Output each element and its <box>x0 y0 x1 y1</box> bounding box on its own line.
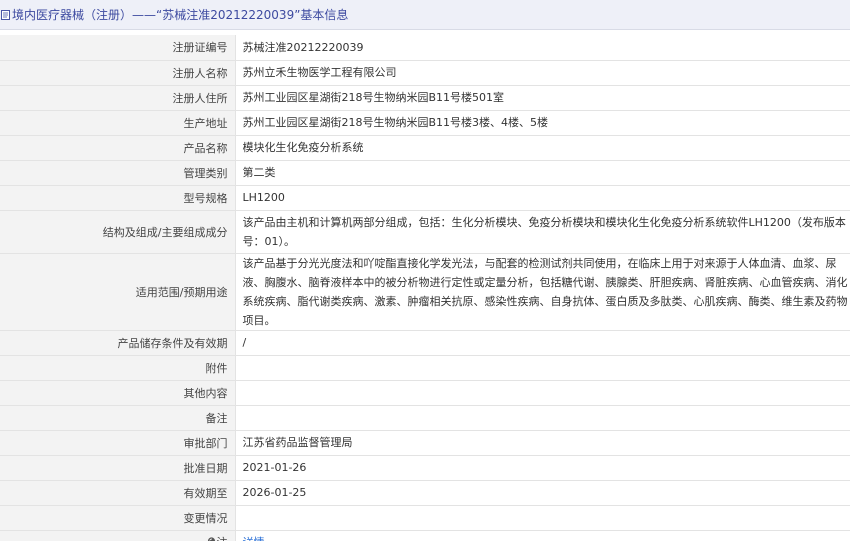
page: 境内医疗器械（注册）——“苏械注准20212220039”基本信息 注册证编号 … <box>0 0 850 541</box>
page-header: 境内医疗器械（注册）——“苏械注准20212220039”基本信息 <box>0 0 850 30</box>
page-title: 境内医疗器械（注册）——“苏械注准20212220039”基本信息 <box>12 8 349 22</box>
row-structure-composition: 结构及组成/主要组成成分 该产品由主机和计算机两部分组成，包括：生化分析模块、免… <box>0 210 850 254</box>
row-approval-date: 批准日期 2021-01-26 <box>0 455 850 481</box>
document-icon <box>1 9 10 20</box>
row-approval-department: 审批部门 江苏省药品监督管理局 <box>0 430 850 456</box>
row-value <box>235 380 850 406</box>
lightbulb-icon <box>207 537 215 541</box>
row-label: 管理类别 <box>0 160 236 186</box>
row-value: 2021-01-26 <box>235 455 850 481</box>
note-label: 注 <box>217 534 228 541</box>
row-value: 该产品由主机和计算机两部分组成，包括：生化分析模块、免疫分析模块和模块化生化免疫… <box>235 210 850 254</box>
row-label: 备注 <box>0 405 236 431</box>
details-link[interactable]: 详情 <box>243 536 265 541</box>
row-value <box>235 405 850 431</box>
row-label: 变更情况 <box>0 505 236 531</box>
row-label: 产品储存条件及有效期 <box>0 330 236 356</box>
row-value: 苏州工业园区星湖街218号生物纳米园B11号楼3楼、4楼、5楼 <box>235 110 850 136</box>
row-value: 模块化生化免疫分析系统 <box>235 135 850 161</box>
row-value: LH1200 <box>235 185 850 211</box>
row-label: 批准日期 <box>0 455 236 481</box>
row-valid-until: 有效期至 2026-01-25 <box>0 480 850 506</box>
row-value: 2026-01-25 <box>235 480 850 506</box>
row-label: 结构及组成/主要组成成分 <box>0 210 236 254</box>
row-storage-conditions: 产品储存条件及有效期 / <box>0 330 850 356</box>
row-production-address: 生产地址 苏州工业园区星湖街218号生物纳米园B11号楼3楼、4楼、5楼 <box>0 110 850 136</box>
row-label: 适用范围/预期用途 <box>0 253 236 331</box>
row-label: 其他内容 <box>0 380 236 406</box>
row-value <box>235 355 850 381</box>
row-value: 江苏省药品监督管理局 <box>235 430 850 456</box>
row-value: 第二类 <box>235 160 850 186</box>
row-label: 注册人住所 <box>0 85 236 111</box>
row-label: 注册人名称 <box>0 60 236 86</box>
row-label: 有效期至 <box>0 480 236 506</box>
row-label: 附件 <box>0 355 236 381</box>
row-intended-use: 适用范围/预期用途 该产品基于分光光度法和吖啶酯直接化学发光法，与配套的检测试剂… <box>0 253 850 331</box>
note-value: 详情 <box>235 530 850 541</box>
row-other-content: 其他内容 <box>0 380 850 406</box>
row-label: 注册证编号 <box>0 35 236 61</box>
row-product-name: 产品名称 模块化生化免疫分析系统 <box>0 135 850 161</box>
row-model-spec: 型号规格 LH1200 <box>0 185 850 211</box>
row-registrant-name: 注册人名称 苏州立禾生物医学工程有限公司 <box>0 60 850 86</box>
row-value: / <box>235 330 850 356</box>
row-value: 苏州工业园区星湖街218号生物纳米园B11号楼501室 <box>235 85 850 111</box>
row-change-history: 变更情况 <box>0 505 850 531</box>
row-label: 生产地址 <box>0 110 236 136</box>
row-management-category: 管理类别 第二类 <box>0 160 850 186</box>
row-label: 型号规格 <box>0 185 236 211</box>
row-note: 注 详情 <box>0 530 850 541</box>
note-label-cell: 注 <box>0 530 236 541</box>
row-value <box>235 505 850 531</box>
row-attachment: 附件 <box>0 355 850 381</box>
row-value: 苏械注准20212220039 <box>235 35 850 61</box>
row-value: 该产品基于分光光度法和吖啶酯直接化学发光法，与配套的检测试剂共同使用，在临床上用… <box>235 253 850 331</box>
row-remarks: 备注 <box>0 405 850 431</box>
row-value: 苏州立禾生物医学工程有限公司 <box>235 60 850 86</box>
row-label: 审批部门 <box>0 430 236 456</box>
row-label: 产品名称 <box>0 135 236 161</box>
row-registration-number: 注册证编号 苏械注准20212220039 <box>0 35 850 61</box>
info-table: 注册证编号 苏械注准20212220039 注册人名称 苏州立禾生物医学工程有限… <box>0 35 850 541</box>
row-registrant-address: 注册人住所 苏州工业园区星湖街218号生物纳米园B11号楼501室 <box>0 85 850 111</box>
